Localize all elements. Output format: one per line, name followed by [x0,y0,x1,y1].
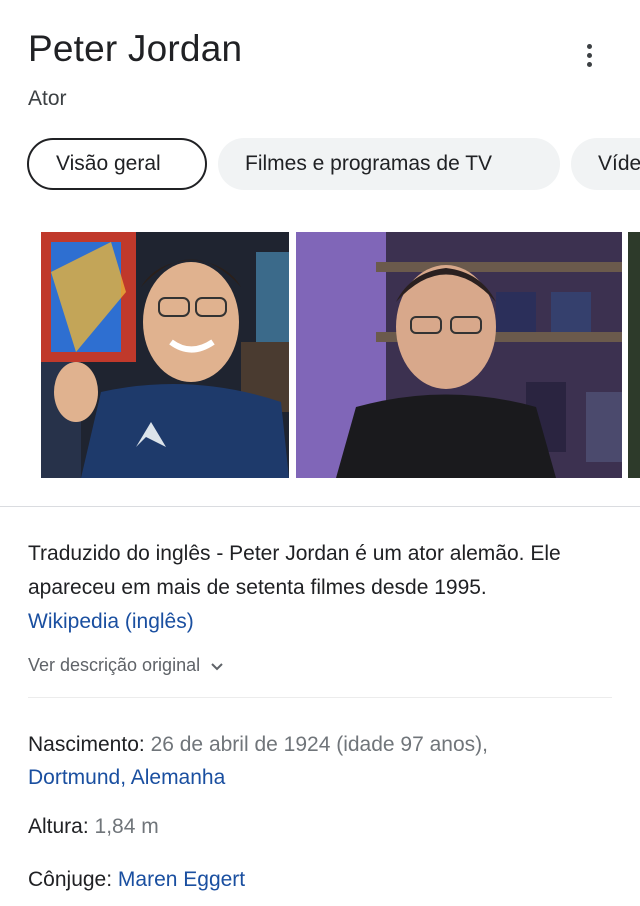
section-divider [0,506,640,507]
see-original-label: Ver descrição original [28,655,201,675]
tab-overview[interactable]: Visão geral [27,138,207,190]
entity-title: Peter Jordan [28,28,243,69]
description: Traduzido do inglês - Peter Jordan é um … [28,537,618,639]
photo-2[interactable] [296,232,622,478]
more-vert-icon[interactable] [574,40,604,70]
fact-birth-label: Nascimento: [28,733,145,756]
see-original-toggle[interactable]: Ver descrição original [28,655,223,676]
wikipedia-link[interactable]: Wikipedia (inglês) [28,610,194,633]
tab-movies-tv[interactable]: Filmes e programas de TV [218,138,560,190]
fact-birth-value: 26 de abril de 1924 (idade 97 anos), [150,733,488,756]
fact-spouse-label: Cônjuge: [28,868,113,891]
fact-height-value: 1,84 m [94,815,159,838]
image-gallery[interactable] [0,232,640,478]
description-text: Traduzido do inglês - Peter Jordan é um … [28,542,561,599]
entity-subtitle: Ator [28,87,67,110]
photo-3[interactable] [628,232,640,478]
tab-bar: Visão geral Filmes e programas de TV Víd… [0,138,640,194]
birthplace-link[interactable]: Dortmund, Alemanha [28,766,225,789]
facts-divider [28,697,612,698]
spouse-link[interactable]: Maren Eggert [118,868,245,891]
photo-1[interactable] [41,232,289,478]
fact-height-label: Altura: [28,815,89,838]
fact-birth: Nascimento: 26 de abril de 1924 (idade 9… [28,728,618,794]
tab-videos[interactable]: Víde [571,138,640,190]
chevron-down-icon [211,658,223,674]
fact-spouse: Cônjuge: Maren Eggert [28,863,618,896]
fact-height: Altura: 1,84 m [28,810,618,843]
